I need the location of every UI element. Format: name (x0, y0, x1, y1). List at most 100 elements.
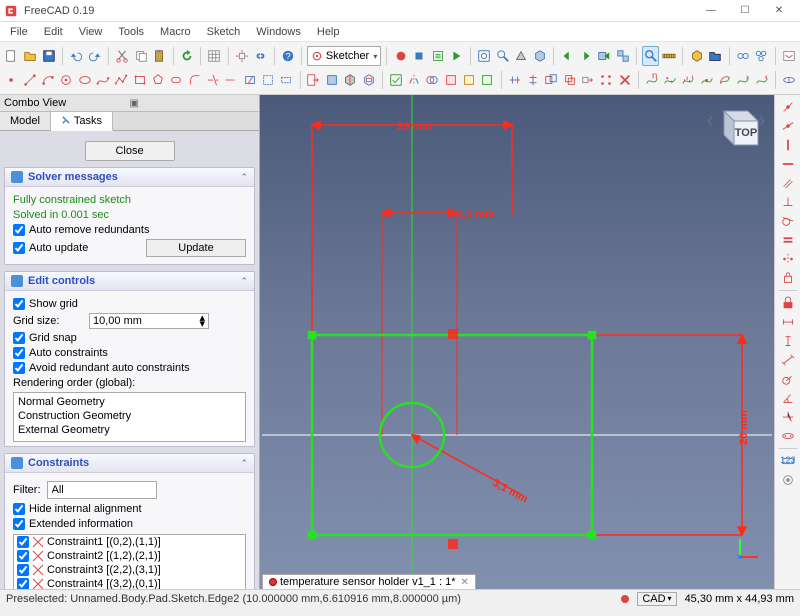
new-doc-icon[interactable] (3, 46, 20, 66)
combo-close-icon[interactable]: ▣ (126, 98, 256, 109)
tab-tasks[interactable]: Tasks (51, 112, 113, 131)
polyline-icon[interactable] (113, 70, 129, 90)
external-icon[interactable] (241, 70, 257, 90)
sheet-icon[interactable] (206, 46, 223, 66)
panel-edit-header[interactable]: Edit controls ⌃ (5, 272, 254, 291)
snell-icon[interactable] (778, 408, 798, 426)
delete-constr-icon[interactable] (616, 70, 632, 90)
undo-icon[interactable] (68, 46, 85, 66)
fit-all-icon[interactable] (476, 46, 493, 66)
select-dofs-icon[interactable] (479, 70, 495, 90)
line-icon[interactable] (21, 70, 37, 90)
refresh-icon[interactable] (178, 46, 195, 66)
bbox-icon[interactable] (531, 46, 548, 66)
slot-icon[interactable] (168, 70, 184, 90)
auto-update-checkbox[interactable]: Auto update (13, 242, 88, 254)
validate-icon[interactable] (387, 70, 403, 90)
redo-icon[interactable] (86, 46, 103, 66)
tab-model[interactable]: Model (0, 112, 51, 130)
paste-icon[interactable] (151, 46, 168, 66)
rect-icon[interactable] (131, 70, 147, 90)
bspline-degree-icon[interactable]: n (644, 70, 660, 90)
show-grid-checkbox[interactable]: Show grid (13, 298, 78, 310)
auto-constraints-checkbox[interactable]: Auto constraints (13, 347, 108, 359)
list-item[interactable]: Normal Geometry (18, 395, 241, 409)
coincident-icon[interactable] (778, 98, 798, 116)
avoid-redundant-checkbox[interactable]: Avoid redundant auto constraints (13, 362, 190, 374)
fillet-icon[interactable] (186, 70, 202, 90)
clone-icon[interactable] (543, 70, 559, 90)
copy-icon[interactable] (132, 46, 149, 66)
lock-icon[interactable] (778, 294, 798, 312)
macro-record-icon[interactable] (392, 46, 409, 66)
list-item[interactable]: External Geometry (18, 423, 241, 437)
cut-icon[interactable] (114, 46, 131, 66)
mirror-icon[interactable] (406, 70, 422, 90)
update-button[interactable]: Update (146, 239, 246, 257)
link-all-icon[interactable] (615, 46, 632, 66)
link-group-icon[interactable] (753, 46, 770, 66)
equal-icon[interactable] (778, 231, 798, 249)
draw-style-icon[interactable] (513, 46, 530, 66)
sym-v-icon[interactable] (525, 70, 541, 90)
document-tab[interactable]: temperature sensor holder v1_1 : 1* ✕ (262, 574, 476, 589)
viewport-3d[interactable]: 20 mm 4,5 mm 3,1 mm 20 mm (260, 95, 774, 589)
macro-run-icon[interactable] (448, 46, 465, 66)
list-item[interactable]: Constraint3 [(2,2),(3,1)] (14, 563, 245, 577)
dist-v-icon[interactable] (778, 332, 798, 350)
dim-top[interactable]: 20 mm (397, 121, 432, 133)
menu-view[interactable]: View (73, 24, 109, 40)
select-conflict-icon[interactable] (443, 70, 459, 90)
part-icon[interactable] (688, 46, 705, 66)
extend-icon[interactable] (223, 70, 239, 90)
list-item[interactable]: Constraint1 [(0,2),(1,1)] (14, 535, 245, 549)
dropdown-icon[interactable] (780, 46, 797, 66)
grid-size-input[interactable]: 10,00 mm ▴▾ (89, 313, 209, 329)
leave-sketch-icon[interactable] (305, 70, 321, 90)
menu-edit[interactable]: Edit (38, 24, 69, 40)
fit-sel-icon[interactable] (494, 46, 511, 66)
extended-info-checkbox[interactable]: Extended information (13, 518, 133, 530)
radius-icon[interactable] (778, 370, 798, 388)
transform-icon[interactable] (233, 46, 250, 66)
minimize-button[interactable]: — (694, 0, 728, 22)
list-item[interactable]: Constraint2 [(1,2),(2,1)] (14, 549, 245, 563)
map-sketch-icon[interactable] (360, 70, 376, 90)
link-make-icon[interactable] (734, 46, 751, 66)
spinner-icon[interactable]: ▴▾ (199, 315, 205, 327)
panel-constraints-header[interactable]: Constraints ⌃ (5, 454, 254, 473)
tangent-icon[interactable] (778, 212, 798, 230)
ellipse-icon[interactable] (76, 70, 92, 90)
menu-tools[interactable]: Tools (112, 24, 150, 40)
carbon-icon[interactable] (260, 70, 276, 90)
construction-icon[interactable] (278, 70, 294, 90)
sym-h-icon[interactable] (506, 70, 522, 90)
arc-icon[interactable] (40, 70, 56, 90)
nav-back-icon[interactable] (559, 46, 576, 66)
dim-right[interactable]: 20 mm (738, 410, 750, 445)
horizontal-icon[interactable] (778, 155, 798, 173)
panel-solver-header[interactable]: Solver messages ⌃ (5, 168, 254, 187)
array-icon[interactable] (598, 70, 614, 90)
poly-icon[interactable] (150, 70, 166, 90)
menu-windows[interactable]: Windows (250, 24, 307, 40)
bspline-comb-icon[interactable] (680, 70, 696, 90)
constraint-list[interactable]: Constraint1 [(0,2),(1,1)] Constraint2 [(… (13, 534, 246, 589)
maximize-button[interactable]: ☐ (728, 0, 762, 22)
bspline-icon[interactable] (95, 70, 111, 90)
link-icon[interactable] (252, 46, 269, 66)
close-button[interactable]: Close (85, 141, 175, 161)
macro-stop-icon[interactable] (411, 46, 428, 66)
measure-icon[interactable] (661, 46, 678, 66)
copy-sk-icon[interactable] (561, 70, 577, 90)
macro-list-icon[interactable] (430, 46, 447, 66)
distance-icon[interactable] (778, 351, 798, 369)
bspline-decdeg-icon[interactable] (754, 70, 770, 90)
close-icon[interactable]: ✕ (461, 577, 469, 588)
dist-h-icon[interactable] (778, 313, 798, 331)
bspline-convert-icon[interactable] (717, 70, 733, 90)
vertical-icon[interactable] (778, 136, 798, 154)
nav-fwd-icon[interactable] (578, 46, 595, 66)
symmetric-icon[interactable] (778, 250, 798, 268)
toggle-driving-icon[interactable]: 123 (778, 452, 798, 470)
